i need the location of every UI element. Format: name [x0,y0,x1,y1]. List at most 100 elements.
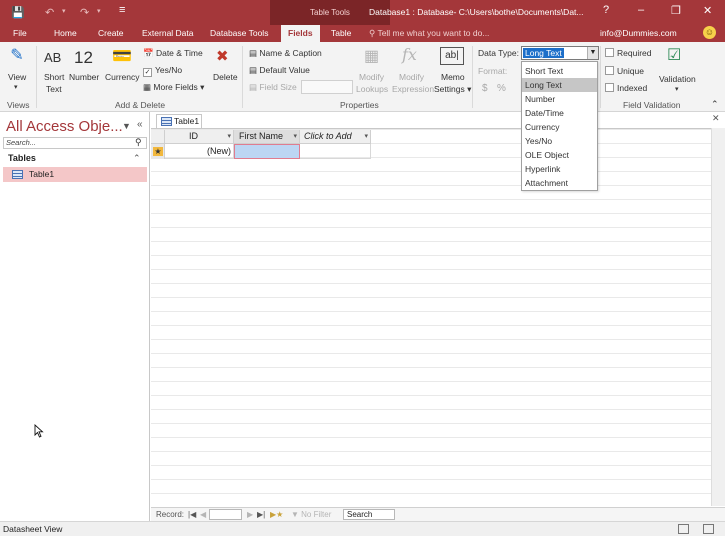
new-row-first-name-cell[interactable] [234,144,300,159]
data-type-option[interactable]: Short Text [522,64,597,78]
column-dropdown-icon[interactable]: ▾ [364,130,368,143]
customize-toolbar-icon[interactable]: ≡ [119,4,125,16]
collapse-ribbon-icon[interactable]: ⌃ [711,99,719,110]
column-header-id[interactable]: ID ▾ [165,130,234,144]
yes-no-button[interactable]: ✓ Yes/No [143,65,182,77]
default-value-button[interactable]: ▤ Default Value [249,65,310,76]
datasheet-view-button-icon[interactable] [678,524,689,534]
delete-icon[interactable]: ✖ [216,47,229,65]
data-type-option[interactable]: Long Text [522,78,597,92]
nav-item-table1[interactable]: Table1 [3,167,147,182]
new-row-add-cell[interactable] [300,144,371,159]
redo-icon[interactable]: ↷ [80,6,89,19]
redo-dropdown-icon[interactable]: ▾ [97,7,101,15]
tab-file[interactable]: File [13,28,27,38]
select-all-cell[interactable] [151,130,165,144]
save-icon[interactable]: 💾 [11,6,25,19]
next-record-icon[interactable]: ▶ [247,510,253,519]
column-header-first-name[interactable]: First Name ▾ [234,130,300,144]
validation-icon[interactable]: ☑ [667,45,681,65]
field-size-input[interactable] [301,80,353,94]
record-number-input[interactable] [209,509,242,520]
date-time-button[interactable]: 📅 Date & Time [143,48,203,59]
tab-table[interactable]: Table [331,28,351,38]
name-caption-button[interactable]: ▤ Name & Caption [249,48,322,59]
percent-format-icon[interactable]: % [497,83,506,94]
more-fields-button[interactable]: ▦ More Fields ▾ [143,82,204,93]
unique-checkbox[interactable]: Unique [605,66,644,76]
record-search-input[interactable]: Search [343,509,395,520]
short-text-icon[interactable]: AB [44,50,61,65]
view-button[interactable]: View [8,72,26,82]
currency-format-icon[interactable]: $ [482,83,488,94]
last-record-icon[interactable]: ▶| [257,510,265,519]
nav-group-tables[interactable]: Tables [3,152,147,165]
delete-button[interactable]: Delete [213,72,238,82]
nav-menu-icon[interactable]: ▼ [122,121,131,131]
modify-expression-button[interactable]: Modify [399,72,424,82]
new-row-id-cell[interactable]: (New) [165,144,234,159]
ribbon: ✎ View ▾ Views AB Short Text 12 Number 💳… [0,42,725,112]
vertical-scrollbar[interactable] [711,128,725,506]
data-type-option[interactable]: Attachment [522,176,597,190]
tab-database-tools[interactable]: Database Tools [210,28,268,38]
modify-lookups-icon[interactable]: ▦ [364,46,379,66]
data-type-option[interactable]: Number [522,92,597,106]
memo-settings-button[interactable]: Memo [441,72,465,82]
previous-record-icon[interactable]: ◀ [200,510,206,519]
design-view-button-icon[interactable] [703,524,714,534]
data-type-option[interactable]: Hyperlink [522,162,597,176]
indexed-checkbox[interactable]: Indexed [605,83,647,93]
close-icon[interactable]: ✕ [703,4,712,17]
datasheet-grid[interactable]: ID ▾ First Name ▾ Click to Add ▾ ★ (New) [151,128,711,506]
data-type-label: Data Type: [478,48,519,58]
account-name[interactable]: info@Dummies.com [600,28,677,38]
data-type-option[interactable]: OLE Object [522,148,597,162]
fx-icon[interactable]: fx [402,45,417,64]
collapse-group-icon[interactable]: ⌃ [133,153,141,164]
view-dropdown-icon[interactable]: ▾ [14,83,18,91]
data-type-option[interactable]: Date/Time [522,106,597,120]
data-type-option[interactable]: Yes/No [522,134,597,148]
search-icon[interactable]: ⚲ [135,137,142,148]
tab-create[interactable]: Create [98,28,124,38]
datasheet-view-icon[interactable]: ✎ [7,45,27,65]
restore-icon[interactable]: ❐ [671,4,681,17]
more-fields-label: More Fields [153,82,198,92]
number-icon[interactable]: 12 [74,48,93,68]
nav-pane-title[interactable]: All Access Obje... [6,118,123,135]
undo-icon[interactable]: ↶ [45,6,54,19]
currency-button[interactable]: Currency [105,72,139,82]
modify-lookups-button[interactable]: Modify [359,72,384,82]
validation-button[interactable]: Validation [659,74,696,84]
tab-home[interactable]: Home [54,28,77,38]
shutter-bar-icon[interactable]: « [137,119,143,130]
smiley-feedback-icon[interactable]: ☺ [703,26,716,39]
tab-external-data[interactable]: External Data [142,28,194,38]
nav-search-input[interactable]: Search... [3,137,147,149]
data-type-select[interactable]: Long Text ▼ [521,46,599,60]
document-tab-table1[interactable]: Table1 [156,114,202,128]
number-button[interactable]: Number [69,72,99,82]
first-record-icon[interactable]: |◀ [188,510,196,519]
default-value-label: Default Value [259,65,310,75]
memo-settings-icon[interactable]: ab| [440,47,464,65]
currency-icon[interactable]: 💳 [110,46,134,66]
validation-dropdown-icon[interactable]: ▾ [675,85,679,93]
no-filter-button[interactable]: ▼ No Filter [291,510,331,519]
tab-fields[interactable]: Fields [281,25,320,42]
new-record-nav-icon[interactable]: ▶★ [270,510,283,519]
tell-me-box[interactable]: ⚲ Tell me what you want to do... [369,28,489,39]
column-dropdown-icon[interactable]: ▾ [293,130,297,143]
chevron-down-icon[interactable]: ▼ [587,47,598,59]
data-type-option[interactable]: Currency [522,120,597,134]
help-button[interactable]: ? [603,4,609,16]
row-selector[interactable]: ★ [151,144,165,159]
required-checkbox[interactable]: Required [605,48,652,58]
close-document-icon[interactable]: ✕ [712,113,720,124]
short-text-button[interactable]: Short [44,72,64,82]
minimize-icon[interactable]: – [638,4,644,16]
undo-dropdown-icon[interactable]: ▾ [62,7,66,15]
column-dropdown-icon[interactable]: ▾ [227,130,231,143]
column-header-click-to-add[interactable]: Click to Add ▾ [300,130,371,144]
